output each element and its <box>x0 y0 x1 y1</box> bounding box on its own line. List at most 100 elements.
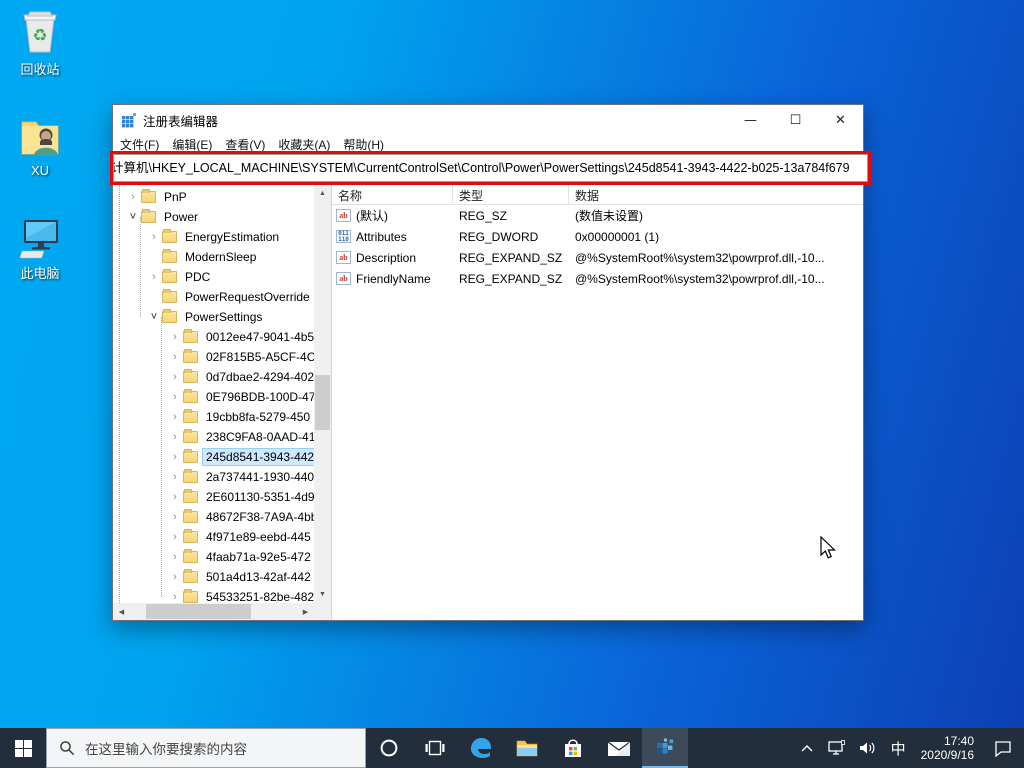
desktop-icon-xu-folder[interactable]: XU <box>4 112 76 178</box>
network-tray-button[interactable] <box>820 728 852 768</box>
tree-item-label: 48672F38-7A9A-4bb <box>203 509 314 525</box>
value-name: (默认) <box>356 207 388 224</box>
taskbar-clock[interactable]: 17:40 2020/9/16 <box>913 734 982 762</box>
chevron-right-icon[interactable]: › <box>169 551 181 563</box>
chevron-right-icon[interactable]: › <box>169 411 181 423</box>
chevron-right-icon[interactable]: › <box>169 451 181 463</box>
minimize-button[interactable]: — <box>728 105 773 135</box>
registry-editor-taskbar-button[interactable] <box>642 728 688 768</box>
tree-item-ModernSleep[interactable]: ModernSleep <box>113 247 314 267</box>
folder-icon <box>141 211 156 223</box>
cortana-button[interactable] <box>366 728 412 768</box>
mail-button[interactable] <box>596 728 642 768</box>
scroll-left-arrow[interactable]: ◀ <box>113 603 130 620</box>
title-bar[interactable]: 注册表编辑器 — ☐ ✕ <box>113 105 863 135</box>
edge-button[interactable] <box>458 728 504 768</box>
tree-item-54533251-82be-482[interactable]: ›54533251-82be-482 <box>113 587 314 603</box>
tree-item-PowerRequestOverride[interactable]: PowerRequestOverride <box>113 287 314 307</box>
task-view-button[interactable] <box>412 728 458 768</box>
search-icon <box>59 740 75 756</box>
tree-item-501a4d13-42af-442[interactable]: ›501a4d13-42af-442 <box>113 567 314 587</box>
this-pc-icon <box>16 212 64 260</box>
taskbar-search-input[interactable]: 在这里输入你要搜索的内容 <box>46 728 366 768</box>
tree-item-EnergyEstimation[interactable]: ›EnergyEstimation <box>113 227 314 247</box>
chevron-right-icon[interactable]: › <box>169 511 181 523</box>
values-header: 名称类型数据 <box>332 185 863 205</box>
tree-item-PowerSettings[interactable]: ˅PowerSettings <box>113 307 314 327</box>
chevron-down-icon[interactable]: ˅ <box>148 311 160 323</box>
tray-expand-chevron[interactable] <box>794 728 820 768</box>
store-button[interactable] <box>550 728 596 768</box>
file-explorer-button[interactable] <box>504 728 550 768</box>
chevron-right-icon[interactable]: › <box>148 271 160 283</box>
start-button[interactable] <box>0 728 46 768</box>
chevron-down-icon[interactable]: ˅ <box>127 211 139 223</box>
chevron-right-icon[interactable]: › <box>169 391 181 403</box>
scroll-up-arrow[interactable]: ▲ <box>314 185 331 202</box>
close-button[interactable]: ✕ <box>818 105 863 135</box>
tree-item-label: 245d8541-3943-442 <box>203 449 314 465</box>
values-list: ab(默认)REG_SZ(数值未设置)011 110AttributesREG_… <box>332 205 863 289</box>
tree-item-label: 0012ee47-9041-4b5 <box>203 329 314 345</box>
column-header-0[interactable]: 名称 <box>332 185 453 204</box>
chevron-right-icon[interactable]: › <box>127 191 139 203</box>
ime-indicator[interactable]: 中 <box>884 728 913 768</box>
chevron-right-icon[interactable]: › <box>169 591 181 603</box>
chevron-right-icon[interactable]: › <box>169 371 181 383</box>
chevron-right-icon[interactable]: › <box>169 431 181 443</box>
tree-item-48672F38-7A9A-4bb[interactable]: › 48672F38-7A9A-4bb <box>113 507 314 527</box>
desktop-icon-recycle-bin[interactable]: ♻ 回收站 <box>4 8 76 78</box>
scroll-right-arrow[interactable]: ▶ <box>297 603 314 620</box>
tree-horizontal-scrollbar[interactable]: ◀ ▶ <box>113 603 314 620</box>
chevron-right-icon[interactable]: › <box>169 471 181 483</box>
tree-item-0d7dbae2-4294-402[interactable]: ›0d7dbae2-4294-402 <box>113 367 314 387</box>
chevron-right-icon[interactable]: › <box>169 571 181 583</box>
tree-item-2a737441-1930-440[interactable]: ›2a737441-1930-440 <box>113 467 314 487</box>
tree-item-2E601130-5351-4d9[interactable]: ›2E601130-5351-4d9 <box>113 487 314 507</box>
tree-item-PnP[interactable]: ›PnP <box>113 187 314 207</box>
value-row-FriendlyName[interactable]: abFriendlyNameREG_EXPAND_SZ@%SystemRoot%… <box>332 268 863 289</box>
volume-tray-button[interactable] <box>852 728 884 768</box>
tree-item-label: ModernSleep <box>182 249 259 265</box>
desktop-icon-this-pc[interactable]: 此电脑 <box>4 212 76 282</box>
tree-item-02F815B5-A5CF-4C8[interactable]: ›02F815B5-A5CF-4C8 <box>113 347 314 367</box>
tree-item-label: 4faab71a-92e5-472 <box>203 549 314 565</box>
value-row-Attributes[interactable]: 011 110AttributesREG_DWORD0x00000001 (1) <box>332 226 863 247</box>
column-header-1[interactable]: 类型 <box>453 185 569 204</box>
chevron-right-icon[interactable]: › <box>169 351 181 363</box>
scrollbar-corner <box>314 603 331 620</box>
folder-icon <box>183 491 198 503</box>
folder-icon <box>141 191 156 203</box>
chevron-right-icon[interactable]: › <box>169 491 181 503</box>
tree-item-PDC[interactable]: ›PDC <box>113 267 314 287</box>
tree-item-Power[interactable]: ˅Power <box>113 207 314 227</box>
tree-item-4faab71a-92e5-472[interactable]: › 4faab71a-92e5-472 <box>113 547 314 567</box>
value-row-(默认)[interactable]: ab(默认)REG_SZ(数值未设置) <box>332 205 863 226</box>
value-data: 0x00000001 (1) <box>569 230 863 244</box>
folder-icon <box>183 411 198 423</box>
tree-item-238C9FA8-0AAD-41[interactable]: ›238C9FA8-0AAD-41 <box>113 427 314 447</box>
folder-icon <box>162 231 177 243</box>
tree-item-19cbb8fa-5279-450[interactable]: ›19cbb8fa-5279-450 <box>113 407 314 427</box>
value-row-Description[interactable]: abDescriptionREG_EXPAND_SZ@%SystemRoot%\… <box>332 247 863 268</box>
column-header-2[interactable]: 数据 <box>569 185 863 204</box>
address-bar[interactable]: 计算机\HKEY_LOCAL_MACHINE\SYSTEM\CurrentCon… <box>113 154 868 182</box>
value-type: REG_SZ <box>453 209 569 223</box>
chevron-right-icon[interactable]: › <box>148 231 160 243</box>
speaker-icon <box>859 740 877 756</box>
chevron-right-icon[interactable]: › <box>169 531 181 543</box>
tree-vertical-scrollbar[interactable]: ▲ ▼ <box>314 185 331 603</box>
registry-tree-panel: ›PnP˅Power›EnergyEstimationModernSleep›P… <box>113 185 332 620</box>
tree-item-4f971e89-eebd-445[interactable]: ›4f971e89-eebd-445 <box>113 527 314 547</box>
scroll-thumb[interactable] <box>315 375 330 430</box>
chevron-right-icon[interactable]: › <box>169 331 181 343</box>
window-title: 注册表编辑器 <box>143 111 728 130</box>
tree-item-0012ee47-9041-4b5[interactable]: › 0012ee47-9041-4b5 <box>113 327 314 347</box>
tree-item-0E796BDB-100D-47[interactable]: ›0E796BDB-100D-47 <box>113 387 314 407</box>
tree-item-245d8541-3943-442[interactable]: › 245d8541-3943-442 <box>113 447 314 467</box>
action-center-button[interactable] <box>982 728 1024 768</box>
desktop-icon-label: 此电脑 <box>4 263 76 282</box>
scroll-thumb[interactable] <box>146 604 251 619</box>
maximize-button[interactable]: ☐ <box>773 105 818 135</box>
scroll-down-arrow[interactable]: ▼ <box>314 586 331 603</box>
